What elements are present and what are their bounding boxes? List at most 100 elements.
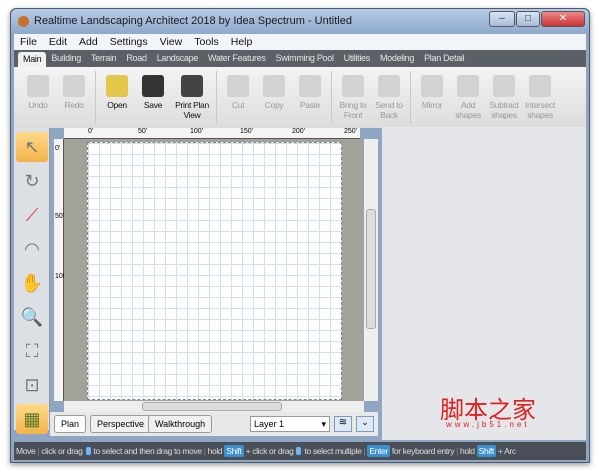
vertical-scrollbar[interactable]: [364, 139, 378, 401]
tab-perspective[interactable]: Perspective: [90, 415, 152, 433]
add-shapes-button[interactable]: Add shapes: [450, 67, 486, 128]
left-toolbar: ↖ ↻ ⟋ ◠ ✋ 🔍 ⛶ ⊡ ▦: [14, 128, 50, 434]
menu-settings[interactable]: Settings: [104, 34, 154, 50]
undo-icon: [27, 75, 49, 97]
menu-tools[interactable]: Tools: [188, 34, 225, 50]
subtract-shapes-icon: [493, 75, 515, 97]
mirror-button[interactable]: Mirror: [414, 67, 450, 128]
tab-water-features[interactable]: Water Features: [203, 50, 271, 67]
window-title: Realtime Landscaping Architect 2018 by I…: [34, 15, 352, 27]
scissors-icon: [227, 75, 249, 97]
tab-plan-detail[interactable]: Plan Detail: [419, 50, 469, 67]
tab-utilities[interactable]: Utilities: [339, 50, 375, 67]
intersect-shapes-icon: [529, 75, 551, 97]
folder-icon: [106, 75, 128, 97]
menu-bar: File Edit Add Settings View Tools Help: [14, 34, 586, 50]
label: Cut: [231, 100, 245, 110]
print-plan-view-button[interactable]: Print Plan View: [171, 67, 213, 128]
menu-edit[interactable]: Edit: [43, 34, 73, 50]
title-bar: Realtime Landscaping Architect 2018 by I…: [11, 9, 589, 34]
tab-walkthrough[interactable]: Walkthrough: [148, 415, 213, 433]
line-tool-icon[interactable]: ⟋: [16, 200, 48, 230]
redo-button[interactable]: Redo: [56, 67, 92, 128]
chevron-down-icon[interactable]: ⌄: [356, 416, 374, 432]
label: Redo: [64, 100, 84, 110]
send-to-back-button[interactable]: Send to Back: [371, 67, 407, 128]
ribbon-tabs: Main Building Terrain Road Landscape Wat…: [14, 50, 586, 67]
layers-icon[interactable]: ≋: [334, 416, 352, 432]
undo-button[interactable]: Undo: [20, 67, 56, 128]
watermark-url: www.jb51.net: [446, 420, 530, 429]
close-button[interactable]: ✕: [541, 11, 585, 27]
tab-plan[interactable]: Plan: [54, 415, 87, 433]
menu-file[interactable]: File: [14, 34, 43, 50]
mouse-icon: [295, 446, 303, 456]
tab-modeling[interactable]: Modeling: [375, 50, 419, 67]
label: Shift: [476, 445, 496, 457]
horizontal-scrollbar[interactable]: [64, 401, 364, 412]
copy-icon: [263, 75, 285, 97]
label: Open: [107, 100, 127, 110]
plan-sheet-grid[interactable]: [87, 142, 342, 400]
status-bar: Move | click or drag to select and then dra…: [14, 442, 586, 460]
pan-hand-icon[interactable]: ✋: [16, 268, 48, 298]
select-tool-icon[interactable]: ↖: [16, 132, 48, 162]
intersect-shapes-button[interactable]: Intersect shapes: [522, 67, 558, 128]
grid-tool-icon[interactable]: ▦: [16, 404, 48, 434]
cut-button[interactable]: Cut: [220, 67, 256, 128]
label: Paste: [299, 100, 321, 110]
mouse-icon: [84, 446, 92, 456]
open-button[interactable]: Open: [99, 67, 135, 128]
label: Enter: [367, 445, 390, 457]
tab-building[interactable]: Building: [46, 50, 86, 67]
label: |: [37, 446, 40, 456]
tab-road[interactable]: Road: [121, 50, 151, 67]
layer-select[interactable]: Layer 1 ▾: [250, 416, 330, 432]
minimize-button[interactable]: –: [489, 11, 515, 27]
label: |: [456, 446, 458, 456]
label: Add shapes: [455, 100, 481, 120]
label: click or drag: [41, 446, 83, 456]
zoom-window-icon[interactable]: ⊡: [16, 370, 48, 400]
menu-help[interactable]: Help: [225, 34, 259, 50]
save-icon: [142, 75, 164, 97]
label: Undo: [28, 100, 48, 110]
label: + click or drag: [245, 446, 294, 456]
maximize-button[interactable]: □: [516, 11, 540, 27]
save-button[interactable]: Save: [135, 67, 171, 128]
label: Copy: [264, 100, 284, 110]
label: Mirror: [421, 100, 443, 110]
copy-button[interactable]: Copy: [256, 67, 292, 128]
label: Bring to Front: [339, 100, 367, 120]
bring-front-icon: [342, 75, 364, 97]
tab-landscape[interactable]: Landscape: [152, 50, 203, 67]
tab-swimming-pool[interactable]: Swimming Pool: [271, 50, 339, 67]
arc-tool-icon[interactable]: ◠: [16, 234, 48, 264]
label: Save: [143, 100, 163, 110]
subtract-shapes-button[interactable]: Subtract shapes: [486, 67, 522, 128]
label: Send to Back: [375, 100, 403, 120]
tab-main[interactable]: Main: [18, 52, 47, 67]
send-back-icon: [378, 75, 400, 97]
tab-terrain[interactable]: Terrain: [86, 50, 121, 67]
paste-icon: [299, 75, 321, 97]
label: Print Plan View: [175, 100, 209, 120]
app-icon: [18, 16, 29, 27]
paste-button[interactable]: Paste: [292, 67, 328, 128]
label: Intersect shapes: [525, 100, 555, 120]
rotate-tool-icon[interactable]: ↻: [16, 166, 48, 196]
add-shapes-icon: [457, 75, 479, 97]
bring-to-front-button[interactable]: Bring to Front: [335, 67, 371, 128]
vertical-ruler: 0' 50' 100': [54, 139, 68, 401]
label: hold: [207, 446, 223, 456]
horizontal-ruler: 0' 50' 100' 150' 200' 250': [64, 128, 360, 139]
zoom-extents-icon[interactable]: ⛶: [16, 336, 48, 366]
label: Move: [16, 446, 36, 456]
label: Shift: [224, 445, 244, 457]
menu-view[interactable]: View: [154, 34, 189, 50]
printer-icon: [181, 75, 203, 97]
zoom-icon[interactable]: 🔍: [16, 302, 48, 332]
menu-add[interactable]: Add: [73, 34, 104, 50]
label: for keyboard entry: [391, 446, 455, 456]
label: to select multiple: [304, 446, 362, 456]
